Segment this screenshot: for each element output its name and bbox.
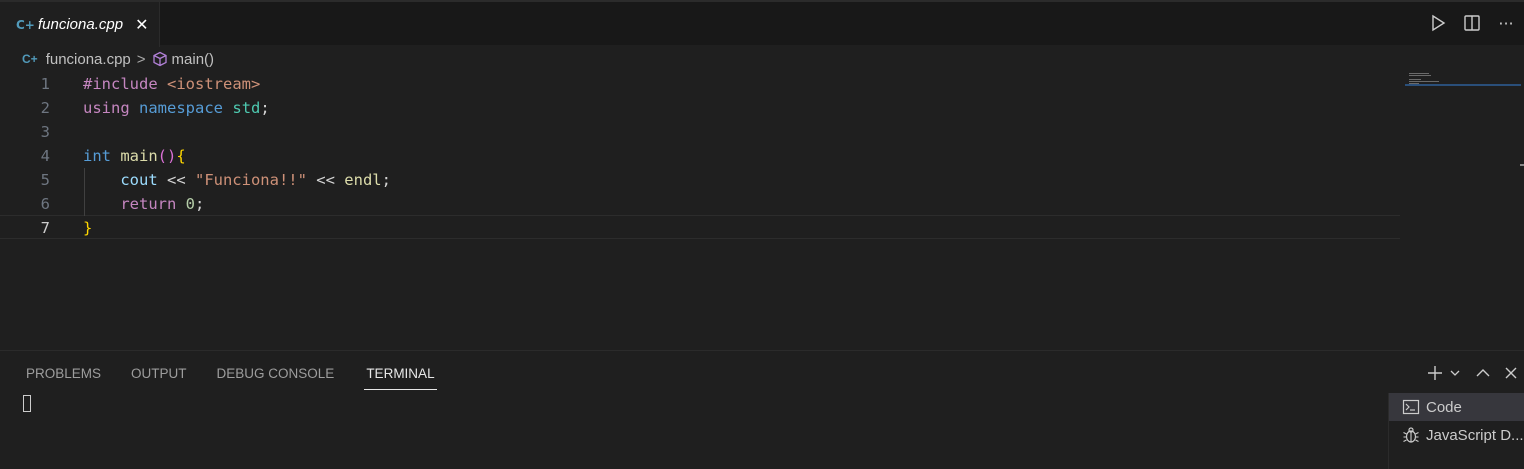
minimap[interactable] [1405, 72, 1523, 92]
token: 0 [185, 195, 196, 213]
token: return [120, 195, 177, 213]
terminal-item-label: Code [1426, 398, 1462, 416]
tab-funciona-cpp[interactable]: C+ funciona.cpp ✕ [0, 2, 160, 47]
code-line: 3 [0, 120, 1400, 144]
token: using [83, 99, 130, 117]
add-terminal-icon[interactable] [1426, 363, 1444, 383]
token: #include [83, 75, 158, 93]
line-number: 1 [40, 75, 50, 93]
scrollbar-marker [1520, 164, 1524, 166]
terminal-list: Code JavaScript D... [1388, 393, 1524, 469]
line-number: 6 [40, 195, 50, 213]
close-icon[interactable] [1502, 363, 1520, 383]
line-number: 3 [40, 123, 50, 141]
editor-actions: ··· [1428, 12, 1516, 34]
token: int [83, 147, 111, 165]
code-editor[interactable]: 1 #include <iostream> 2 using namespace … [0, 72, 1400, 347]
code-line: 4 int main(){ [0, 144, 1400, 168]
tab-problems[interactable]: PROBLEMS [26, 366, 101, 390]
tab-debug-console[interactable]: DEBUG CONSOLE [217, 366, 335, 390]
token: cout [120, 171, 158, 189]
terminal-cursor [23, 395, 31, 412]
line-number: 4 [40, 147, 50, 165]
breadcrumb-file[interactable]: funciona.cpp [46, 51, 131, 68]
cpp-file-icon: C+ [22, 52, 38, 66]
chevron-down-icon[interactable] [1446, 363, 1464, 383]
split-editor-icon[interactable] [1462, 12, 1482, 34]
token: <iostream> [167, 75, 261, 93]
line-number: 7 [40, 219, 50, 237]
code-line: 1 #include <iostream> [0, 72, 1400, 96]
terminal-item-label: JavaScript D... [1426, 426, 1524, 444]
indent-guide [84, 168, 85, 216]
token: namespace [139, 99, 224, 117]
terminal-item-javascript-debug[interactable]: JavaScript D... [1389, 421, 1524, 449]
code-line: 6 return 0; [0, 192, 1400, 216]
bottom-panel: PROBLEMS OUTPUT DEBUG CONSOLE TERMINAL C… [0, 350, 1524, 469]
run-icon[interactable] [1428, 12, 1448, 34]
breadcrumb-symbol[interactable]: main() [172, 51, 215, 68]
code-line: 5 cout << "Funciona!!" << endl; [0, 168, 1400, 192]
tab-terminal[interactable]: TERMINAL [364, 366, 437, 390]
token: } [83, 219, 93, 237]
chevron-up-icon[interactable] [1474, 363, 1492, 383]
panel-tabs: PROBLEMS OUTPUT DEBUG CONSOLE TERMINAL [26, 366, 437, 390]
panel-actions [1426, 363, 1520, 383]
method-cube-icon [152, 51, 168, 67]
token: endl [344, 171, 382, 189]
code-line: 2 using namespace std; [0, 96, 1400, 120]
breadcrumb: C+ funciona.cpp > main() [22, 49, 214, 69]
more-actions-icon[interactable]: ··· [1496, 12, 1516, 34]
chevron-right-icon: > [136, 50, 146, 68]
tab-output[interactable]: OUTPUT [131, 366, 187, 390]
close-icon[interactable]: ✕ [135, 16, 148, 33]
cpp-file-icon: C+ [16, 17, 35, 32]
line-number: 5 [40, 171, 50, 189]
line-number: 2 [40, 99, 50, 117]
token: std [232, 99, 261, 117]
token: main [120, 147, 158, 165]
terminal-item-code[interactable]: Code [1389, 393, 1524, 421]
token: "Funciona!!" [194, 171, 307, 189]
debug-icon [1402, 426, 1420, 444]
terminal-icon [1402, 398, 1420, 416]
code-line-current: 7 } [0, 215, 1400, 239]
tab-bar: C+ funciona.cpp ✕ ··· [0, 0, 1524, 47]
tab-label: funciona.cpp [38, 16, 124, 33]
